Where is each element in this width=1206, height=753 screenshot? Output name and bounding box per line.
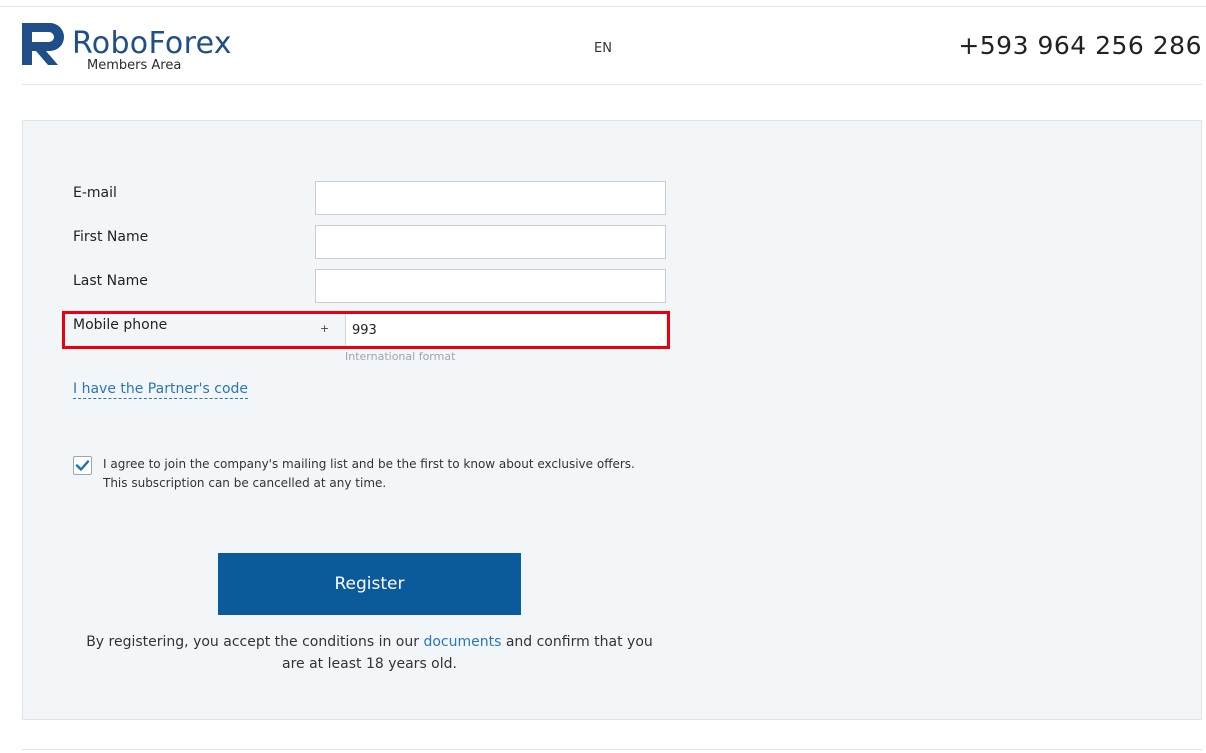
register-button[interactable]: Register — [218, 553, 521, 615]
documents-link[interactable]: documents — [423, 634, 501, 650]
logo-name: RoboForex — [72, 26, 232, 61]
header: RoboForex Members Area EN +593 964 256 2… — [22, 7, 1202, 85]
partner-code-link[interactable]: I have the Partner's code — [73, 380, 249, 399]
last-name-field[interactable] — [315, 269, 666, 303]
bottom-border — [22, 749, 1202, 750]
mailing-list-checkbox[interactable] — [73, 456, 92, 475]
mobile-phone-hint: International format — [345, 350, 456, 363]
last-name-label: Last Name — [73, 273, 148, 289]
mobile-phone-label: Mobile phone — [73, 317, 168, 333]
registration-panel: E-mail First Name Last Name Mobile phone… — [22, 120, 1202, 720]
first-name-label: First Name — [73, 229, 149, 245]
roboforex-logo-icon — [22, 23, 64, 65]
terms-text: By registering, you accept the condition… — [73, 631, 666, 675]
first-name-field[interactable] — [315, 225, 666, 259]
logo-subtitle: Members Area — [87, 58, 182, 73]
header-phone: +593 964 256 286 — [958, 31, 1202, 60]
logo[interactable]: RoboForex Members Area — [22, 23, 252, 75]
mobile-phone-prefix: + — [320, 322, 330, 335]
terms-prefix: By registering, you accept the condition… — [86, 634, 424, 650]
mobile-phone-field[interactable] — [345, 314, 666, 346]
email-field[interactable] — [315, 181, 666, 215]
mailing-list-text: I agree to join the company's mailing li… — [103, 457, 635, 490]
email-label: E-mail — [73, 185, 117, 201]
checkmark-icon — [75, 460, 90, 471]
language-selector[interactable]: EN — [594, 41, 612, 56]
